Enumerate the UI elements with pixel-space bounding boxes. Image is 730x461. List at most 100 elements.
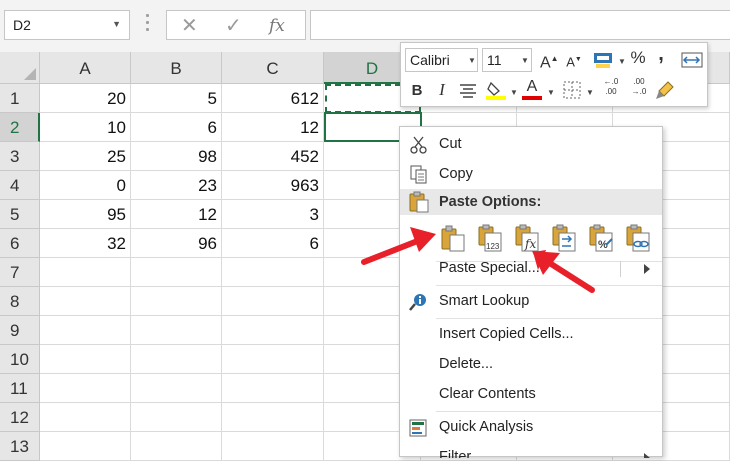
column-header[interactable]: A — [40, 52, 131, 84]
row-header[interactable]: 12 — [0, 403, 40, 432]
paste-values-icon[interactable]: 123 — [475, 223, 505, 253]
paste-formatting-icon[interactable]: % — [586, 223, 616, 253]
cell[interactable] — [40, 374, 131, 403]
font-color-icon[interactable]: A — [523, 77, 541, 97]
row-header[interactable]: 6 — [0, 229, 40, 258]
cell[interactable]: 96 — [131, 229, 222, 258]
paste-icon[interactable] — [438, 223, 468, 253]
cell[interactable]: 3 — [222, 200, 324, 229]
cell[interactable]: 452 — [222, 142, 324, 171]
column-header[interactable]: B — [131, 52, 222, 84]
column-header[interactable]: C — [222, 52, 324, 84]
row-header[interactable]: 7 — [0, 258, 40, 287]
cell[interactable] — [131, 287, 222, 316]
format-painter-icon[interactable] — [681, 52, 703, 68]
font-name-box[interactable]: Calibri ▼ — [405, 48, 478, 72]
name-box[interactable]: D2 ▼ — [4, 10, 130, 40]
cell[interactable] — [222, 287, 324, 316]
quick-analysis-icon — [409, 419, 427, 437]
fill-color-dropdown-icon[interactable]: ▼ — [510, 88, 518, 97]
row-header[interactable]: 10 — [0, 345, 40, 374]
enter-icon[interactable]: ✓ — [225, 13, 242, 38]
row-header[interactable]: 8 — [0, 287, 40, 316]
italic-icon[interactable]: I — [435, 80, 449, 100]
cell[interactable] — [222, 374, 324, 403]
formula-buttons: ✕ ✓ fx — [166, 10, 306, 40]
cell[interactable]: 95 — [40, 200, 131, 229]
row-header[interactable]: 5 — [0, 200, 40, 229]
menu-item-insert-copied-cells[interactable]: Insert Copied Cells... — [400, 321, 662, 349]
name-box-dropdown-icon[interactable]: ▼ — [112, 19, 121, 29]
cell[interactable] — [40, 316, 131, 345]
cell[interactable]: 612 — [222, 84, 324, 113]
menu-item-clear-contents[interactable]: Clear Contents — [400, 381, 662, 409]
formula-input[interactable] — [310, 10, 730, 40]
row-header[interactable]: 2 — [0, 113, 40, 142]
row-header[interactable]: 3 — [0, 142, 40, 171]
accounting-dropdown-icon[interactable]: ▼ — [618, 57, 626, 66]
cell[interactable]: 23 — [131, 171, 222, 200]
grow-font-icon[interactable]: A▲ — [540, 49, 559, 73]
paste-transpose-icon[interactable] — [549, 223, 579, 253]
cell[interactable] — [222, 345, 324, 374]
cell[interactable]: 6 — [222, 229, 324, 258]
cell[interactable]: 98 — [131, 142, 222, 171]
menu-item-copy[interactable]: Copy — [400, 161, 662, 189]
paste-link-icon[interactable] — [623, 223, 653, 253]
cell[interactable] — [40, 403, 131, 432]
cell[interactable]: 20 — [40, 84, 131, 113]
accounting-format-icon[interactable] — [592, 50, 618, 70]
cell[interactable]: 25 — [40, 142, 131, 171]
cell[interactable] — [222, 316, 324, 345]
cell[interactable]: 10 — [40, 113, 131, 142]
row-header[interactable]: 4 — [0, 171, 40, 200]
cell[interactable]: 12 — [131, 200, 222, 229]
menu-item-paste-special[interactable]: Paste Special... — [400, 255, 662, 283]
borders-dropdown-icon[interactable]: ▼ — [586, 88, 594, 97]
menu-item-cut[interactable]: Cut — [400, 131, 662, 159]
paste-formulas-icon[interactable]: fx — [512, 223, 542, 253]
paste-options-header: Paste Options: — [400, 189, 662, 215]
cell[interactable] — [131, 345, 222, 374]
cell[interactable]: 6 — [131, 113, 222, 142]
format-brush-icon[interactable] — [655, 80, 675, 100]
menu-item-quick-analysis[interactable]: Quick Analysis — [400, 414, 662, 442]
cancel-icon[interactable]: ✕ — [181, 13, 198, 38]
menu-item-smart-lookup[interactable]: Smart Lookup — [400, 288, 662, 316]
cell[interactable] — [222, 403, 324, 432]
menu-item-filter[interactable]: Filter — [400, 444, 662, 458]
row-header[interactable]: 11 — [0, 374, 40, 403]
comma-style-icon[interactable]: , — [654, 44, 668, 64]
bold-icon[interactable]: B — [409, 81, 425, 101]
font-name-dropdown-icon[interactable]: ▼ — [468, 56, 476, 65]
menu-item-delete[interactable]: Delete... — [400, 351, 662, 379]
cell[interactable]: 12 — [222, 113, 324, 142]
row-header[interactable]: 9 — [0, 316, 40, 345]
increase-decimal-icon[interactable]: ←.0 .00 — [599, 77, 623, 97]
cell[interactable]: 32 — [40, 229, 131, 258]
borders-icon[interactable] — [563, 81, 581, 99]
cell[interactable] — [222, 258, 324, 287]
cell[interactable] — [131, 374, 222, 403]
shrink-font-icon[interactable]: A▼ — [565, 50, 583, 72]
decrease-decimal-icon[interactable]: .00 →.0 — [627, 77, 651, 97]
font-size-dropdown-icon[interactable]: ▼ — [521, 56, 529, 65]
font-size-box[interactable]: 11 ▼ — [482, 48, 532, 72]
insert-function-icon[interactable]: fx — [269, 16, 285, 36]
cell[interactable]: 0 — [40, 171, 131, 200]
cell[interactable] — [40, 345, 131, 374]
smart-lookup-icon — [409, 294, 426, 311]
cell[interactable] — [131, 258, 222, 287]
cell[interactable] — [40, 258, 131, 287]
align-center-icon[interactable] — [459, 83, 477, 99]
percent-style-icon[interactable]: % — [628, 48, 648, 68]
cell[interactable]: 963 — [222, 171, 324, 200]
cell[interactable] — [40, 287, 131, 316]
row-header[interactable]: 1 — [0, 84, 40, 113]
font-color-dropdown-icon[interactable]: ▼ — [547, 88, 555, 97]
select-all-button[interactable] — [0, 52, 40, 84]
fill-color-icon[interactable] — [485, 79, 507, 101]
cell[interactable]: 5 — [131, 84, 222, 113]
cell[interactable] — [131, 316, 222, 345]
cell[interactable] — [131, 403, 222, 432]
